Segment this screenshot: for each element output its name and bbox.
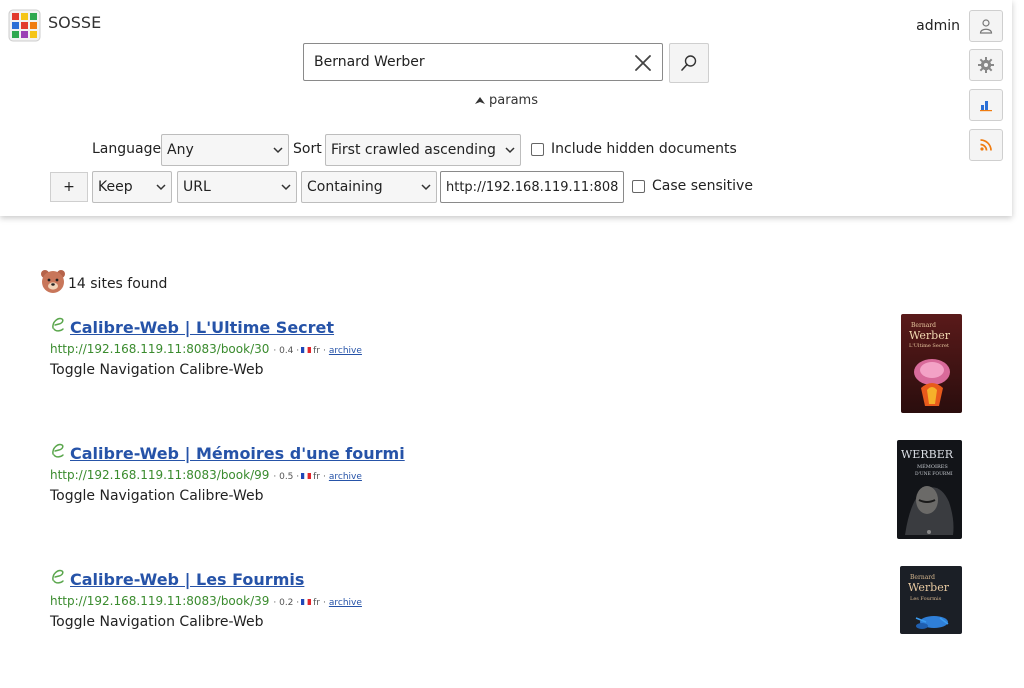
- book-cover-thumbnail[interactable]: Bernard Werber L'Ultime Secret: [901, 314, 962, 413]
- language-label: Language: [92, 141, 162, 157]
- settings-button[interactable]: [969, 49, 1003, 81]
- thumb-book-title: L'Ultime Secret: [909, 343, 949, 349]
- sort-select-value: First crawled ascending: [331, 142, 496, 158]
- result-item: Calibre-Web | L'Ultime Secret http://192…: [50, 316, 980, 436]
- add-filter-button[interactable]: +: [50, 172, 88, 202]
- include-hidden-label: Include hidden documents: [551, 141, 737, 157]
- gear-icon: [978, 57, 994, 73]
- case-sensitive-label: Case sensitive: [652, 178, 753, 194]
- statistics-button[interactable]: [969, 89, 1003, 121]
- filter-operator-select[interactable]: Containing: [301, 171, 437, 203]
- result-title-link[interactable]: Calibre-Web | Mémoires d'une fourmi: [70, 444, 405, 463]
- user-icon: [979, 19, 993, 34]
- thumb-author-last: WERBER: [901, 448, 954, 461]
- book-cover-image: Bernard Werber L'Ultime Secret: [901, 314, 962, 413]
- user-menu-button[interactable]: [969, 10, 1003, 42]
- params-toggle[interactable]: params: [474, 91, 538, 109]
- result-archive-link[interactable]: archive: [329, 472, 362, 482]
- chevron-down-icon: [505, 147, 515, 154]
- chevron-down-icon: [156, 184, 166, 191]
- result-archive-sep: ·: [323, 346, 326, 356]
- filter-operator-value: Containing: [307, 179, 383, 195]
- filter-action-value: Keep: [98, 179, 133, 195]
- header-panel: SOSSE admin Bernard Werber params Langua…: [0, 0, 1012, 216]
- chevron-down-icon: [421, 184, 431, 191]
- result-item: Calibre-Web | Les Fourmis http://192.168…: [50, 568, 980, 688]
- french-flag-icon: [301, 347, 312, 353]
- result-archive-link[interactable]: archive: [329, 598, 362, 608]
- search-box: [303, 43, 663, 81]
- book-cover-image: WERBER MÉMOIRES D'UNE FOURMI: [897, 440, 962, 539]
- thumb-author-first: Bernard: [911, 322, 936, 329]
- search-input[interactable]: [304, 44, 634, 80]
- result-url[interactable]: http://192.168.119.11:8083/book/39: [50, 594, 269, 608]
- include-hidden-checkbox[interactable]: [531, 143, 544, 156]
- result-title-link[interactable]: Calibre-Web | L'Ultime Secret: [70, 318, 334, 337]
- result-snippet: Toggle Navigation Calibre-Web: [50, 614, 264, 630]
- web-page-icon: [52, 443, 64, 458]
- filter-value-input[interactable]: [440, 171, 624, 203]
- rss-icon: [980, 139, 992, 151]
- filter-field-value: URL: [183, 179, 211, 195]
- result-title-link[interactable]: Calibre-Web | Les Fourmis: [70, 570, 304, 589]
- chevron-down-icon: [281, 184, 291, 191]
- bear-mascot-icon: [41, 270, 65, 293]
- result-score: · 0.5 ·: [273, 472, 300, 482]
- result-score: · 0.4 ·: [273, 346, 300, 356]
- sort-label: Sort: [293, 141, 322, 157]
- brand-name[interactable]: SOSSE: [48, 13, 101, 32]
- rss-button[interactable]: [969, 129, 1003, 161]
- french-flag-icon: [301, 473, 312, 479]
- filter-field-select[interactable]: URL: [177, 171, 297, 203]
- book-cover-thumbnail[interactable]: WERBER MÉMOIRES D'UNE FOURMI: [897, 440, 962, 539]
- result-lang: fr: [313, 346, 321, 356]
- bar-chart-icon: [980, 101, 992, 112]
- result-lang: fr: [313, 472, 321, 482]
- filter-action-select[interactable]: Keep: [92, 171, 172, 203]
- result-snippet: Toggle Navigation Calibre-Web: [50, 488, 264, 504]
- case-sensitive-checkbox[interactable]: [632, 180, 645, 193]
- thumb-author-last: Werber: [909, 329, 951, 342]
- result-score: · 0.2 ·: [273, 598, 300, 608]
- result-snippet: Toggle Navigation Calibre-Web: [50, 362, 264, 378]
- result-meta: http://192.168.119.11:8083/book/39 · 0.2…: [50, 594, 362, 608]
- web-page-icon: [52, 569, 64, 584]
- search-button[interactable]: [669, 43, 709, 83]
- username: admin: [916, 18, 960, 34]
- thumb-author-last: Werber: [908, 581, 950, 594]
- result-meta: http://192.168.119.11:8083/book/99 · 0.5…: [50, 468, 362, 482]
- result-item: Calibre-Web | Mémoires d'une fourmi http…: [50, 442, 980, 562]
- language-select-value: Any: [167, 142, 194, 158]
- chevron-down-icon: [273, 147, 283, 154]
- language-select[interactable]: Any: [161, 134, 289, 166]
- result-archive-sep: ·: [323, 598, 326, 608]
- thumb-book-subtitle: D'UNE FOURMI: [915, 471, 953, 477]
- params-label: params: [489, 92, 538, 108]
- sosse-logo-icon[interactable]: [8, 9, 41, 42]
- result-lang: fr: [313, 598, 321, 608]
- web-page-icon: [52, 317, 64, 332]
- result-archive-sep: ·: [323, 472, 326, 482]
- result-url[interactable]: http://192.168.119.11:8083/book/30: [50, 342, 269, 356]
- thumb-book-title: Les Fourmis: [910, 596, 942, 602]
- caret-up-icon: [475, 97, 485, 104]
- book-cover-image: Bernard Werber Les Fourmis: [900, 566, 962, 634]
- thumb-book-title: MÉMOIRES: [917, 462, 948, 470]
- book-cover-thumbnail[interactable]: Bernard Werber Les Fourmis: [900, 566, 962, 634]
- result-count: 14 sites found: [68, 276, 168, 292]
- clear-search-icon[interactable]: [632, 52, 654, 74]
- thumb-author-first: Bernard: [910, 574, 935, 581]
- french-flag-icon: [301, 599, 312, 605]
- result-archive-link[interactable]: archive: [329, 346, 362, 356]
- result-url[interactable]: http://192.168.119.11:8083/book/99: [50, 468, 269, 482]
- sort-select[interactable]: First crawled ascending: [325, 134, 521, 166]
- search-icon: [681, 55, 697, 71]
- result-meta: http://192.168.119.11:8083/book/30 · 0.4…: [50, 342, 362, 356]
